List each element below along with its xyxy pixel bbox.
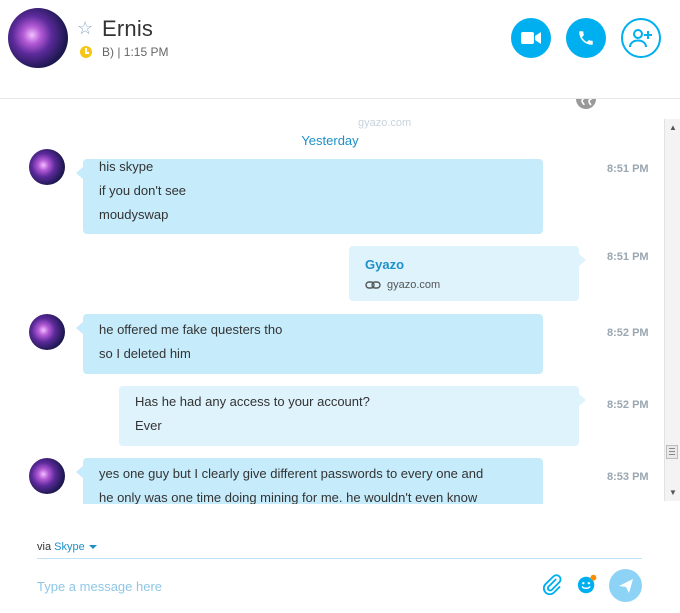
link-preview-title[interactable]: Gyazo — [365, 256, 563, 274]
clock-icon — [80, 46, 92, 58]
link-icon — [365, 281, 381, 289]
message-bubble-incoming[interactable]: yes one guy but I clearly give different… — [76, 458, 543, 504]
message-line: so I deleted him — [99, 346, 191, 361]
send-via-selector[interactable]: via Skype — [37, 541, 97, 553]
star-outline-icon[interactable]: ☆ — [77, 18, 93, 38]
message-line: Has he had any access to your account? — [135, 394, 370, 409]
message-line: if you don't see — [99, 183, 187, 198]
link-preview-url[interactable]: gyazo.com — [365, 278, 563, 292]
link-url-text: gyazo.com — [387, 279, 441, 291]
send-button[interactable] — [609, 569, 642, 602]
scroll-down-arrow[interactable]: ▼ — [669, 488, 677, 497]
emoji-icon[interactable] — [576, 574, 598, 596]
message-timestamp: 8:52 PM — [607, 327, 649, 339]
partial-link-text: gyazo.com — [358, 117, 412, 129]
avatar[interactable] — [29, 149, 65, 185]
message-timestamp: 8:52 PM — [607, 399, 649, 411]
status-text: B) | 1:15 PM — [102, 45, 169, 59]
message-bubble-link[interactable]: Gyazo gyazo.com — [349, 246, 586, 301]
message-timestamp: 8:51 PM — [607, 163, 649, 175]
phone-icon — [579, 31, 593, 45]
contact-avatar[interactable] — [8, 8, 68, 68]
scrollbar-thumb[interactable] — [666, 445, 678, 459]
message-line: he only was one time doing mining for me… — [99, 490, 478, 504]
message-input[interactable] — [37, 574, 517, 598]
message-line: Ever — [135, 418, 162, 433]
composer-divider — [37, 558, 642, 559]
conversation-header: ☆ Ernis B) | 1:15 PM — [0, 0, 680, 99]
message-timestamp: 8:51 PM — [607, 251, 649, 263]
avatar[interactable] — [29, 314, 65, 350]
via-label: via — [37, 541, 52, 553]
add-person-icon — [629, 29, 652, 48]
globe-icon[interactable] — [575, 99, 597, 110]
video-call-button[interactable] — [511, 18, 551, 58]
message-bubble-outgoing[interactable]: Has he had any access to your account? E… — [119, 386, 586, 446]
message-bubble-incoming[interactable]: he offered me fake questers tho so I del… — [76, 314, 543, 374]
paperclip-icon[interactable] — [541, 574, 563, 596]
message-line: his skype — [99, 159, 154, 174]
send-icon — [618, 578, 633, 593]
chevron-down-icon[interactable] — [88, 545, 97, 550]
message-timestamp: 8:53 PM — [607, 471, 649, 483]
voice-call-button[interactable] — [566, 18, 606, 58]
scrollbar[interactable] — [664, 119, 680, 501]
date-separator: Yesterday — [301, 133, 359, 148]
via-service[interactable]: Skype — [54, 541, 85, 553]
message-line: yes one guy but I clearly give different… — [99, 466, 484, 481]
add-participant-button[interactable] — [621, 18, 661, 58]
video-camera-icon — [521, 32, 541, 44]
message-bubble-incoming[interactable]: his skype if you don't see moudyswap — [76, 159, 543, 234]
contact-name[interactable]: Ernis — [102, 16, 153, 42]
scroll-up-arrow[interactable]: ▲ — [669, 123, 677, 132]
message-line: moudyswap — [99, 207, 169, 222]
message-history[interactable]: gyazo.com ▲ ▼ Yesterday his skype if you… — [0, 99, 680, 504]
message-line: he offered me fake questers tho — [99, 322, 283, 337]
avatar[interactable] — [29, 458, 65, 494]
